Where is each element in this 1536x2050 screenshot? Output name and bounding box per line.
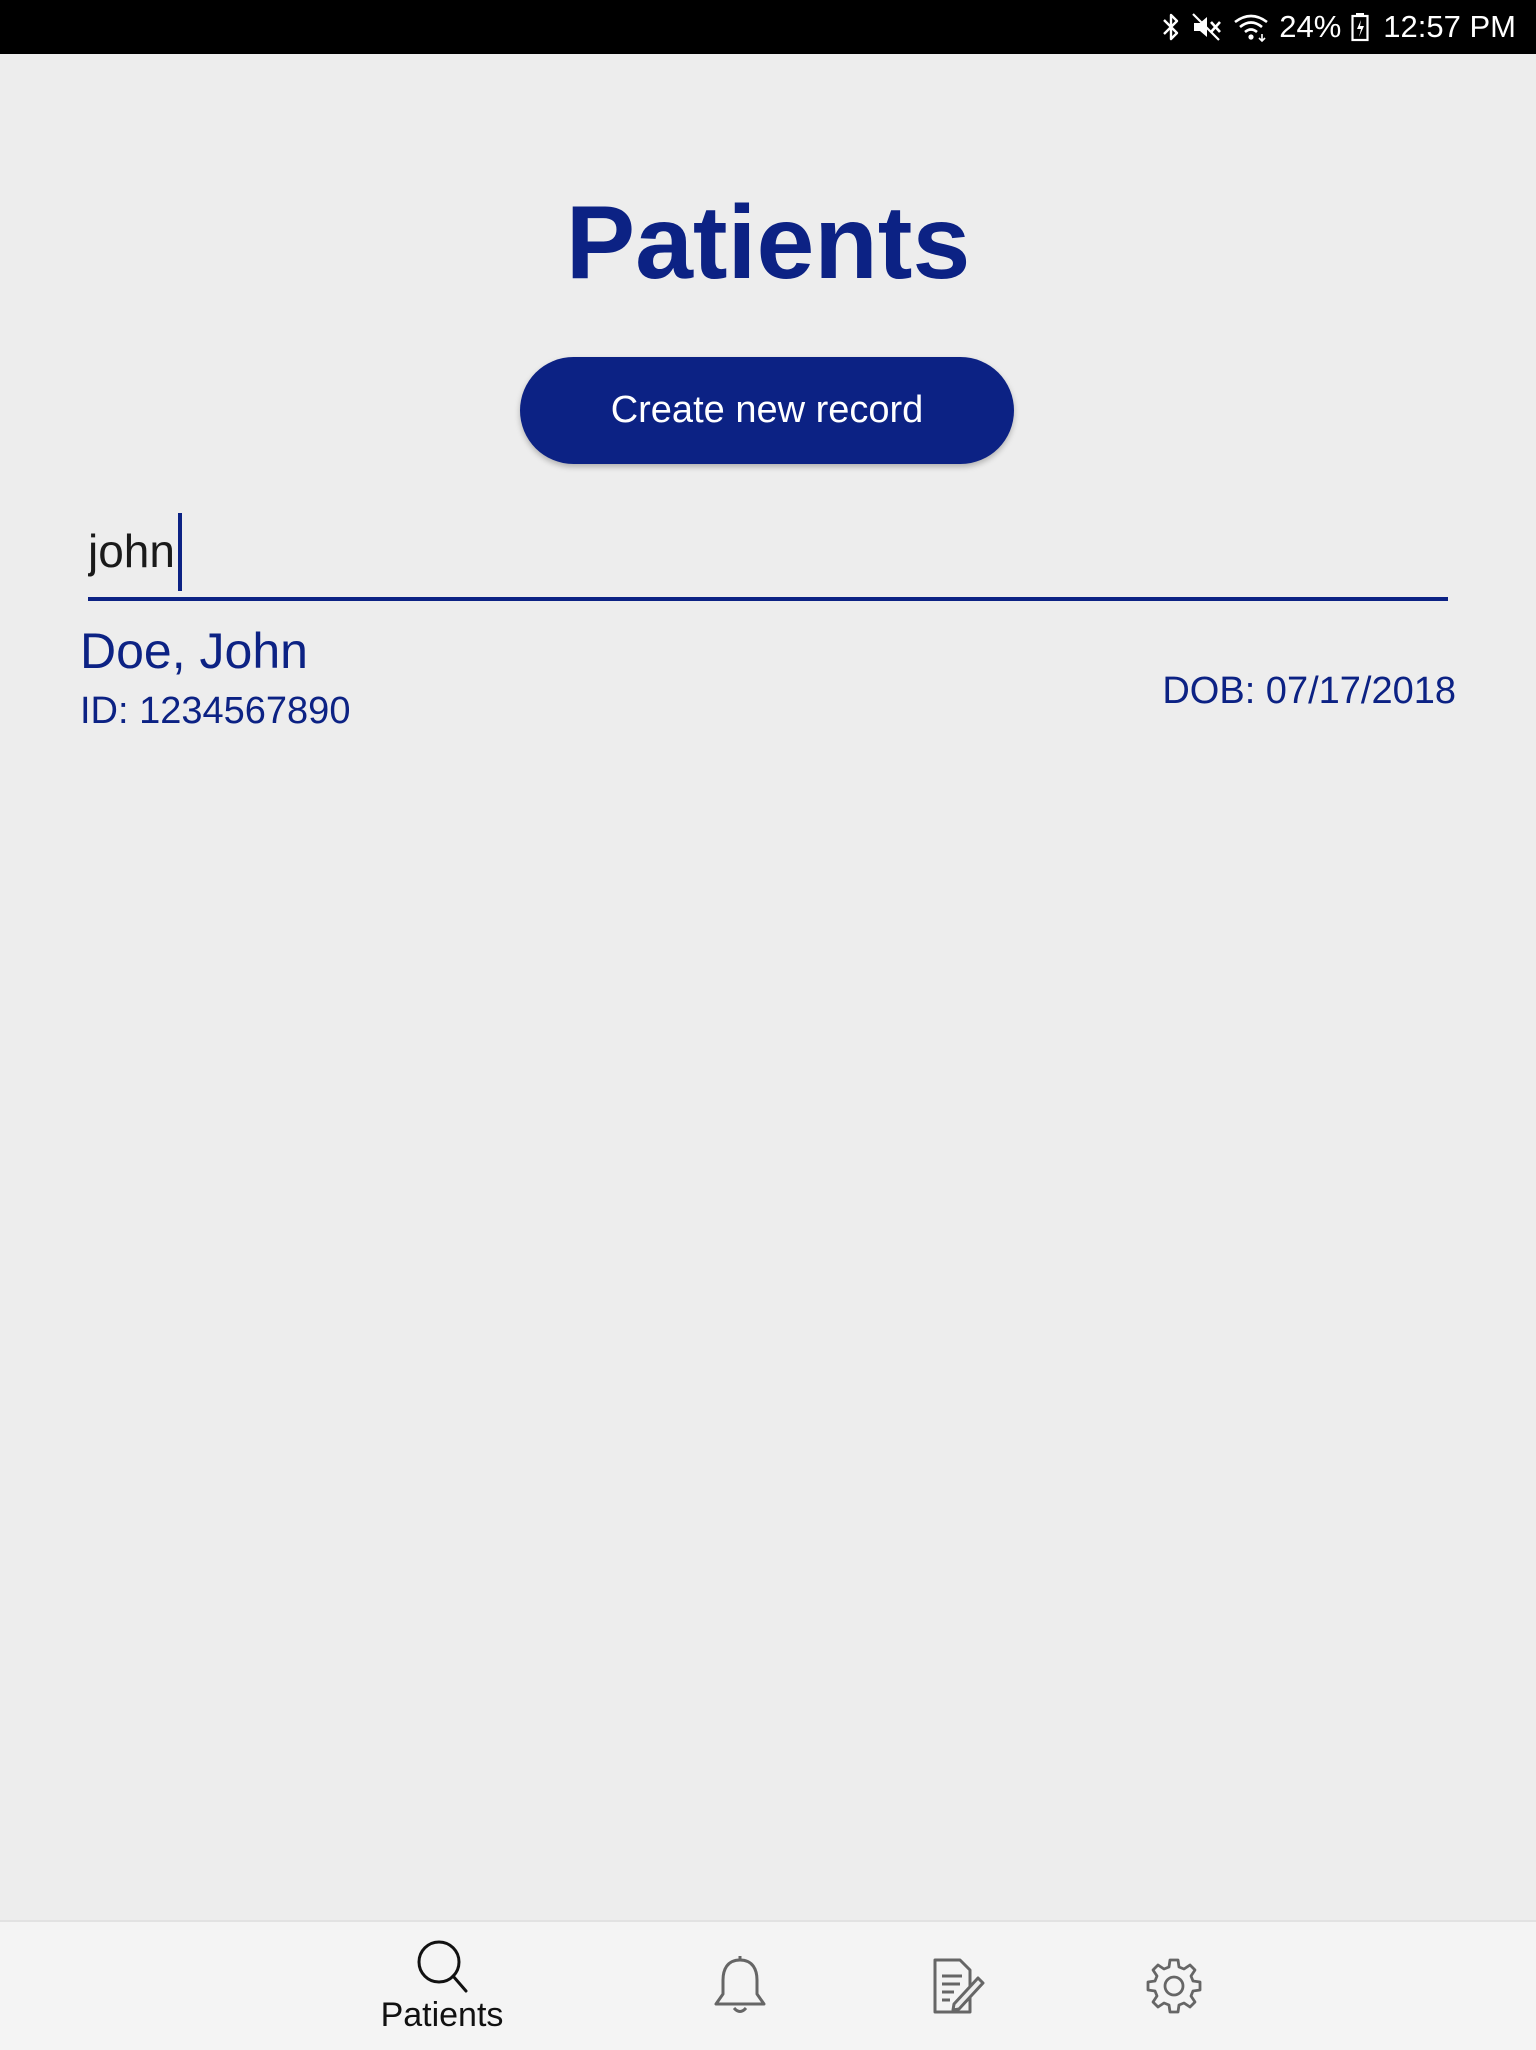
page-title: Patients (565, 185, 971, 301)
create-new-record-button[interactable]: Create new record (520, 357, 1014, 464)
edit-document-icon (926, 1954, 986, 2018)
nav-item-notes[interactable] (916, 1922, 996, 2050)
mute-icon (1191, 12, 1223, 42)
status-time: 12:57 PM (1383, 9, 1516, 44)
battery-percent: 24% (1279, 9, 1342, 44)
gear-icon (1144, 1956, 1204, 2016)
nav-label-patients: Patients (380, 1995, 504, 2034)
patient-name: Doe, John (80, 623, 308, 679)
text-cursor (178, 513, 182, 591)
patient-dob: DOB: 07/17/2018 (1162, 670, 1456, 712)
search-input[interactable] (88, 505, 1448, 597)
nav-item-patients[interactable]: Patients (360, 1922, 524, 2050)
nav-item-settings[interactable] (1134, 1922, 1214, 2050)
search-icon (412, 1938, 472, 1994)
bottom-navigation: Patients (0, 1920, 1536, 2050)
bluetooth-icon (1161, 12, 1181, 42)
patient-result-row[interactable]: Doe, John ID: 1234567890 DOB: 07/17/2018 (80, 612, 1456, 742)
battery-icon (1351, 12, 1369, 42)
bell-icon (710, 1954, 770, 2018)
status-icons: 24% 12:57 PM (1161, 0, 1516, 54)
nav-item-notifications[interactable] (700, 1922, 780, 2050)
status-bar: 24% 12:57 PM (0, 0, 1536, 54)
wifi-icon (1233, 12, 1269, 42)
search-field (88, 505, 1448, 601)
patient-id: ID: 1234567890 (80, 690, 351, 732)
